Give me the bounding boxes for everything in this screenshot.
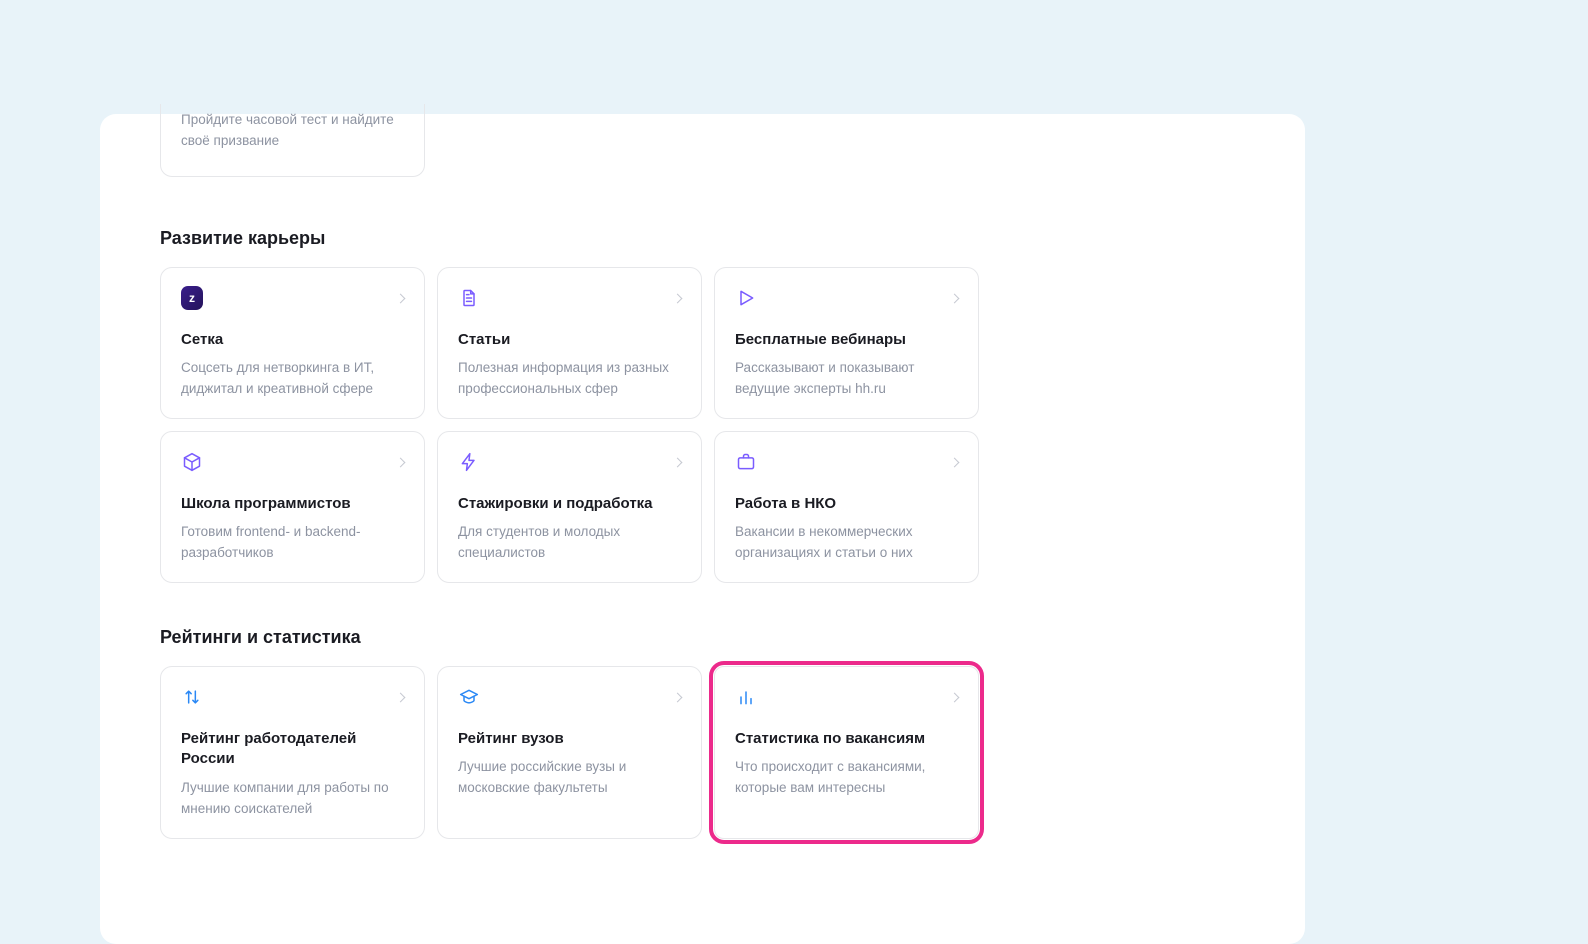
card-title: Школа программистов bbox=[181, 494, 404, 514]
card-бесплатные-вебинары[interactable]: Бесплатные вебинары Рассказывают и показы… bbox=[714, 267, 979, 419]
chevron-right-icon bbox=[950, 293, 960, 303]
card-icon-row bbox=[735, 286, 958, 310]
card-стажировки-и-подработка[interactable]: Стажировки и подработка Для студентов и м… bbox=[437, 431, 702, 583]
card-icon-row bbox=[458, 685, 681, 709]
career-card-grid: z Сетка Соцсеть для нетворкинга в ИТ, дидж… bbox=[160, 267, 1245, 583]
chevron-right-icon bbox=[396, 692, 406, 702]
section-title-career: Развитие карьеры bbox=[160, 228, 1245, 249]
card-desc: Лучшие компании для работы по мнению сои… bbox=[181, 778, 404, 820]
chevron-right-icon bbox=[673, 457, 683, 467]
card-desc: Для студентов и молодых специалистов bbox=[458, 522, 681, 564]
card-desc: Лучшие российские вузы и московские факу… bbox=[458, 757, 681, 799]
chevron-right-icon bbox=[950, 692, 960, 702]
card-icon-row bbox=[181, 450, 404, 474]
ratings-card-grid: Рейтинг работодателей России Лучшие компа… bbox=[160, 666, 1245, 838]
card-работа-в-нко[interactable]: Работа в НКО Вакансии в некоммерческих ор… bbox=[714, 431, 979, 583]
card-icon-row bbox=[735, 450, 958, 474]
card-desc: Соцсеть для нетворкинга в ИТ, диджитал и… bbox=[181, 358, 404, 400]
section-ratings: Рейтинги и статистика Рейтинг работодате… bbox=[160, 627, 1245, 838]
sort-icon bbox=[181, 686, 203, 708]
play-icon bbox=[735, 287, 757, 309]
card-desc: Вакансии в некоммерческих организациях и… bbox=[735, 522, 958, 564]
card-title: Бесплатные вебинары bbox=[735, 330, 958, 350]
card-title: Статистика по вакансиям bbox=[735, 729, 958, 749]
card-title: Стажировки и подработка bbox=[458, 494, 681, 514]
badge-icon: z bbox=[181, 286, 203, 310]
section-career: Развитие карьеры z Сетка Соцсеть для нетво… bbox=[160, 228, 1245, 583]
card-статьи[interactable]: Статьи Полезная информация из разных проф… bbox=[437, 267, 702, 419]
card-рейтинг-работодателей-россии[interactable]: Рейтинг работодателей России Лучшие компа… bbox=[160, 666, 425, 838]
chevron-right-icon bbox=[396, 457, 406, 467]
main-panel: Пройдите часовой тест и найдите своё при… bbox=[100, 114, 1305, 944]
card-icon-row: z bbox=[181, 286, 404, 310]
card-icon-row bbox=[458, 450, 681, 474]
card-icon-row bbox=[181, 685, 404, 709]
card-title: Рейтинг работодателей России bbox=[181, 729, 404, 770]
card-title: Работа в НКО bbox=[735, 494, 958, 514]
chart-icon bbox=[735, 686, 757, 708]
document-icon bbox=[458, 287, 480, 309]
card-title: Статьи bbox=[458, 330, 681, 350]
card-сетка[interactable]: z Сетка Соцсеть для нетворкинга в ИТ, дидж… bbox=[160, 267, 425, 419]
card-icon-row bbox=[735, 685, 958, 709]
card-школа-программистов[interactable]: Школа программистов Готовим frontend- и b… bbox=[160, 431, 425, 583]
briefcase-icon bbox=[735, 451, 757, 473]
chevron-right-icon bbox=[950, 457, 960, 467]
card-desc: Полезная информация из разных профессион… bbox=[458, 358, 681, 400]
partial-card-calling-test[interactable]: Пройдите часовой тест и найдите своё при… bbox=[160, 104, 425, 177]
card-desc: Рассказывают и показывают ведущие экспер… bbox=[735, 358, 958, 400]
card-title: Сетка bbox=[181, 330, 404, 350]
graduation-icon bbox=[458, 686, 480, 708]
chevron-right-icon bbox=[673, 293, 683, 303]
card-статистика-по-вакансиям[interactable]: Статистика по вакансиям Что происходит с … bbox=[714, 666, 979, 838]
card-icon-row bbox=[458, 286, 681, 310]
partial-card-desc: Пройдите часовой тест и найдите своё при… bbox=[181, 104, 404, 152]
section-title-ratings: Рейтинги и статистика bbox=[160, 627, 1245, 648]
card-рейтинг-вузов[interactable]: Рейтинг вузов Лучшие российские вузы и мо… bbox=[437, 666, 702, 838]
cube-icon bbox=[181, 451, 203, 473]
bolt-icon bbox=[458, 451, 480, 473]
card-desc: Что происходит с вакансиями, которые вам… bbox=[735, 757, 958, 799]
chevron-right-icon bbox=[673, 692, 683, 702]
chevron-right-icon bbox=[396, 293, 406, 303]
badge-text: z bbox=[189, 291, 195, 305]
badge-icon: z bbox=[181, 287, 203, 309]
card-title: Рейтинг вузов bbox=[458, 729, 681, 749]
card-desc: Готовим frontend- и backend-разработчико… bbox=[181, 522, 404, 564]
